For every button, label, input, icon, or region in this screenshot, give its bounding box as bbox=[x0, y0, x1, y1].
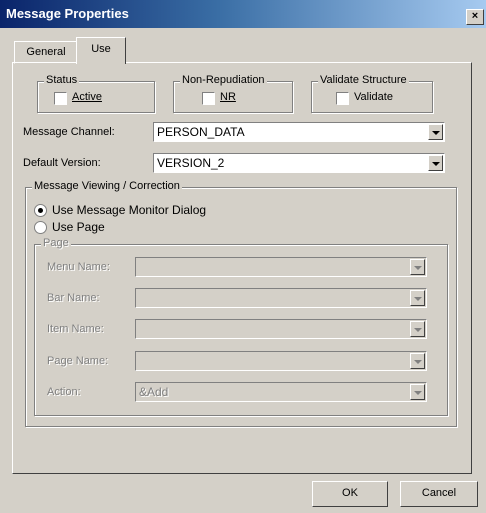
bar-name-dropdown-button[interactable] bbox=[410, 290, 425, 306]
message-channel-select[interactable]: PERSON_DATA bbox=[153, 122, 445, 142]
chevron-down-icon bbox=[414, 360, 422, 364]
page-name-select[interactable] bbox=[135, 351, 427, 371]
chevron-down-icon bbox=[414, 328, 422, 332]
chevron-down-icon bbox=[432, 162, 440, 166]
item-name-select[interactable] bbox=[135, 319, 427, 339]
menu-name-select[interactable] bbox=[135, 257, 427, 277]
validate-structure-group-title: Validate Structure bbox=[318, 74, 409, 86]
action-dropdown-button[interactable] bbox=[410, 384, 425, 400]
bar-name-label: Bar Name: bbox=[47, 292, 100, 304]
non-repudiation-group: Non-Repudiation NR bbox=[173, 74, 293, 113]
message-viewing-group-title: Message Viewing / Correction bbox=[32, 180, 182, 192]
validate-checkbox-label: Validate bbox=[354, 91, 393, 103]
chevron-down-icon bbox=[414, 297, 422, 301]
default-version-dropdown-button[interactable] bbox=[428, 155, 443, 171]
page-name-dropdown-button[interactable] bbox=[410, 353, 425, 369]
window-title: Message Properties bbox=[6, 6, 129, 21]
use-page-radio[interactable] bbox=[34, 221, 47, 234]
menu-name-label: Menu Name: bbox=[47, 261, 110, 273]
message-channel-dropdown-button[interactable] bbox=[428, 124, 443, 140]
title-bar[interactable]: Message Properties × bbox=[0, 0, 486, 28]
action-select[interactable]: &Add bbox=[135, 382, 427, 402]
active-checkbox-label: Active bbox=[72, 91, 102, 103]
default-version-label: Default Version: bbox=[23, 157, 101, 169]
tab-panel-use: Status Active Non-Repudiation NR Validat… bbox=[12, 62, 472, 474]
chevron-down-icon bbox=[414, 266, 422, 270]
menu-name-dropdown-button[interactable] bbox=[410, 259, 425, 275]
validate-checkbox[interactable] bbox=[336, 92, 349, 105]
page-name-label: Page Name: bbox=[47, 355, 109, 367]
action-label: Action: bbox=[47, 386, 81, 398]
use-message-monitor-radio[interactable] bbox=[34, 204, 47, 217]
ok-button[interactable]: OK bbox=[312, 481, 388, 507]
message-viewing-group: Message Viewing / Correction Use Message… bbox=[25, 180, 457, 427]
chevron-down-icon bbox=[414, 391, 422, 395]
message-channel-value: PERSON_DATA bbox=[157, 125, 245, 139]
page-group-title: Page bbox=[41, 237, 71, 249]
active-checkbox[interactable] bbox=[54, 92, 67, 105]
action-value: &Add bbox=[139, 385, 169, 399]
chevron-down-icon bbox=[432, 131, 440, 135]
nr-checkbox[interactable] bbox=[202, 92, 215, 105]
use-page-label: Use Page bbox=[52, 220, 105, 234]
default-version-value: VERSION_2 bbox=[157, 156, 225, 170]
radio-selected-dot bbox=[38, 208, 43, 213]
item-name-label: Item Name: bbox=[47, 323, 104, 335]
nr-checkbox-label: NR bbox=[220, 91, 236, 103]
bar-name-select[interactable] bbox=[135, 288, 427, 308]
tab-general[interactable]: General bbox=[14, 41, 78, 64]
tab-use[interactable]: Use bbox=[76, 37, 126, 64]
item-name-dropdown-button[interactable] bbox=[410, 321, 425, 337]
cancel-button[interactable]: Cancel bbox=[400, 481, 478, 507]
status-group: Status Active bbox=[37, 74, 155, 113]
message-channel-label: Message Channel: bbox=[23, 126, 115, 138]
message-properties-dialog: Message Properties × General Use Status … bbox=[0, 0, 486, 513]
non-repudiation-group-title: Non-Repudiation bbox=[180, 74, 267, 86]
validate-structure-group: Validate Structure Validate bbox=[311, 74, 433, 113]
use-message-monitor-label: Use Message Monitor Dialog bbox=[52, 203, 207, 217]
default-version-select[interactable]: VERSION_2 bbox=[153, 153, 445, 173]
page-group: Page Menu Name: Bar Name: Item Name: Pag… bbox=[34, 237, 448, 416]
status-group-title: Status bbox=[44, 74, 80, 86]
close-icon[interactable]: × bbox=[466, 9, 484, 25]
